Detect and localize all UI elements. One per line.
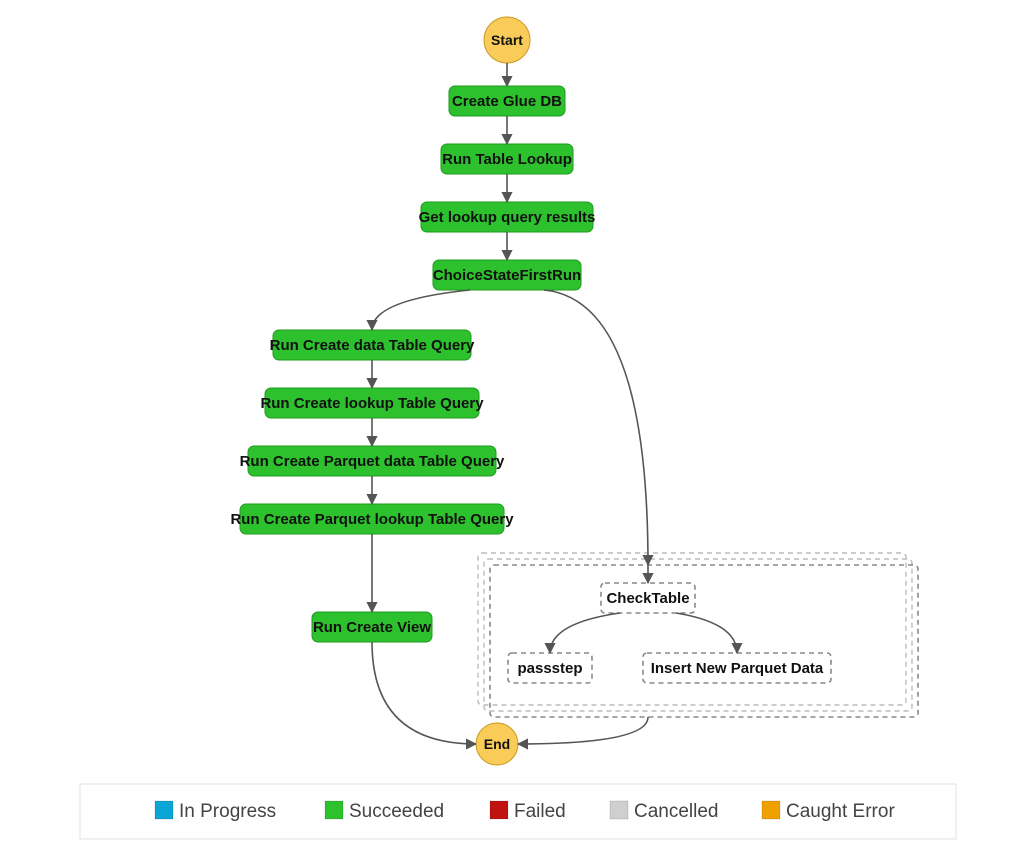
legend-succeeded: Succeeded: [349, 801, 444, 822]
label-create-parquet-lookup: Run Create Parquet lookup Table Query: [230, 511, 514, 528]
swatch-cancelled: [610, 801, 628, 819]
edge: [372, 290, 470, 330]
label-passstep: passstep: [517, 660, 582, 677]
edge: [550, 613, 620, 653]
label-create-parquet-data: Run Create Parquet data Table Query: [240, 453, 505, 470]
swatch-succeeded: [325, 801, 343, 819]
edge: [372, 642, 476, 744]
swatch-failed: [490, 801, 508, 819]
swatch-inprogress: [155, 801, 173, 819]
label-create-lookup-table: Run Create lookup Table Query: [260, 395, 484, 412]
swatch-caughterror: [762, 801, 780, 819]
edge: [676, 613, 737, 653]
edge: [544, 290, 648, 565]
label-insert-parquet: Insert New Parquet Data: [651, 660, 824, 677]
label-create-view: Run Create View: [313, 619, 431, 636]
map-container-bg1: [484, 559, 912, 711]
edge: [518, 717, 648, 744]
label-create-data-table: Run Create data Table Query: [270, 337, 475, 354]
legend-caughterror: Caught Error: [786, 801, 895, 822]
workflow-diagram: Start Create Glue DB Run Table Lookup Ge…: [0, 0, 1036, 860]
label-get-lookup-results: Get lookup query results: [419, 209, 596, 226]
label-check-table: CheckTable: [606, 590, 689, 607]
map-container[interactable]: [490, 565, 918, 717]
label-create-glue-db: Create Glue DB: [452, 93, 562, 110]
legend-cancelled: Cancelled: [634, 801, 719, 822]
label-run-table-lookup: Run Table Lookup: [442, 151, 572, 168]
legend-failed: Failed: [514, 801, 566, 822]
legend-inprogress: In Progress: [179, 801, 276, 822]
label-end: End: [484, 736, 510, 752]
label-start: Start: [491, 32, 523, 48]
label-choice-first-run: ChoiceStateFirstRun: [433, 267, 581, 284]
